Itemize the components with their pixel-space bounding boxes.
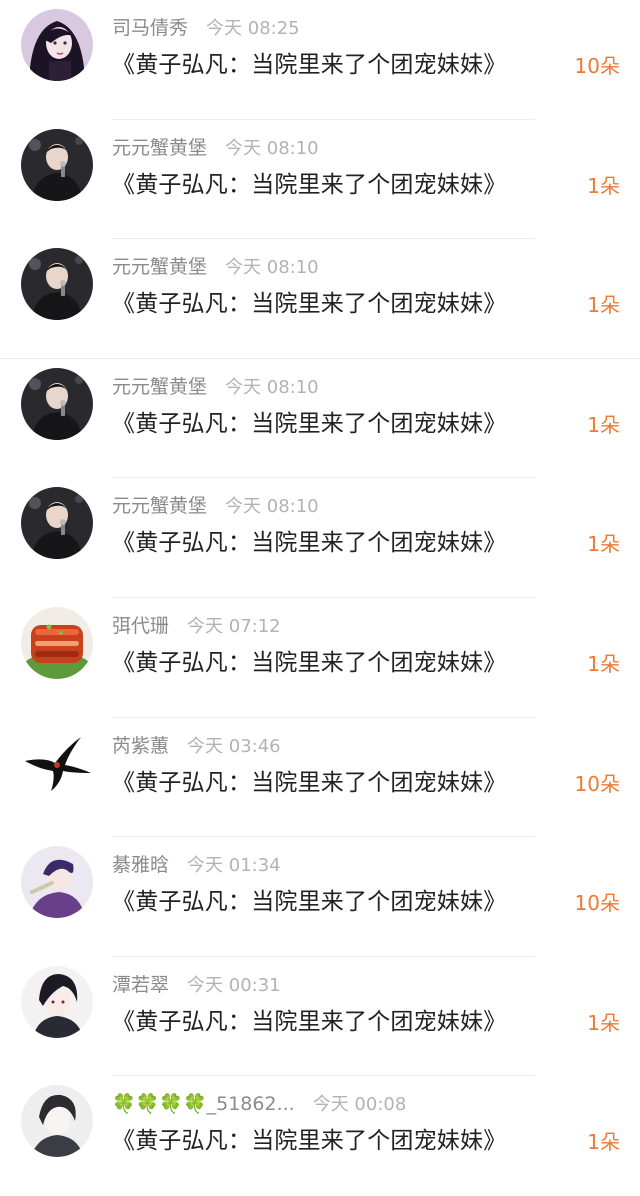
flower-count: 10朵 [574,771,620,796]
timestamp: 今天 08:10 [225,376,319,398]
item-meta: 元元蟹黄堡 今天 08:10 [112,373,319,401]
item-meta: 元元蟹黄堡 今天 08:10 [112,492,319,520]
work-title[interactable]: 《黄子弘凡：当院里来了个团宠妹妹》 [112,407,506,441]
singer-microphone-icon[interactable] [21,248,93,321]
anime-boy-purple-icon[interactable] [21,846,93,919]
item-meta: 芮紫蕙 今天 03:46 [112,732,281,760]
list-item[interactable]: 元元蟹黄堡 今天 08:10 《黄子弘凡：当院里来了个团宠妹妹》 1朵 [0,120,640,240]
username[interactable]: 元元蟹黄堡 [112,495,207,517]
list-item[interactable]: 芮紫蕙 今天 03:46 《黄子弘凡：当院里来了个团宠妹妹》 10朵 [0,718,640,838]
timestamp: 今天 07:12 [187,616,281,637]
username[interactable]: 元元蟹黄堡 [112,137,207,159]
work-title[interactable]: 《黄子弘凡：当院里来了个团宠妹妹》 [112,646,506,680]
girl-dark-hair-icon[interactable] [21,9,93,81]
work-title[interactable]: 《黄子弘凡：当院里来了个团宠妹妹》 [112,168,506,202]
list-item[interactable]: 元元蟹黄堡 今天 08:10 《黄子弘凡：当院里来了个团宠妹妹》 1朵 [0,478,640,598]
work-title[interactable]: 《黄子弘凡：当院里来了个团宠妹妹》 [112,48,506,82]
swallow-bird-icon[interactable] [21,726,93,799]
flower-count: 1朵 [587,293,620,318]
item-meta: 元元蟹黄堡 今天 08:10 [112,134,319,162]
username[interactable]: 司马倩秀 [112,17,188,39]
braised-pork-icon[interactable] [21,607,93,679]
timestamp: 今天 01:34 [187,855,281,877]
timestamp: 今天 00:31 [187,974,281,996]
work-title[interactable]: 《黄子弘凡：当院里来了个团宠妹妹》 [112,526,506,560]
item-meta: 綦雅晗 今天 01:34 [112,851,281,879]
timestamp: 今天 08:10 [225,496,319,518]
item-meta: 司马倩秀 今天 08:25 [112,14,300,42]
username[interactable]: 綦雅晗 [112,854,169,876]
flower-count: 1朵 [587,1130,620,1155]
anime-boy-dark-icon[interactable] [21,965,93,1038]
username[interactable]: 🍀🍀🍀🍀_51862... [112,1093,295,1115]
list-item[interactable]: 司马倩秀 今天 08:25 《黄子弘凡：当院里来了个团宠妹妹》 10朵 [0,0,640,120]
list-item[interactable]: 潭若翠 今天 00:31 《黄子弘凡：当院里来了个团宠妹妹》 1朵 [0,957,640,1077]
flower-count: 1朵 [587,1010,620,1035]
list-item[interactable]: 元元蟹黄堡 今天 08:10 《黄子弘凡：当院里来了个团宠妹妹》 1朵 [0,239,640,359]
username[interactable]: 元元蟹黄堡 [112,376,207,398]
anime-boy-sketch-icon[interactable] [21,1085,93,1158]
singer-microphone-icon[interactable] [21,367,93,440]
flower-count: 1朵 [587,652,620,676]
username[interactable]: 芮紫蕙 [112,735,169,757]
work-title[interactable]: 《黄子弘凡：当院里来了个团宠妹妹》 [112,1005,506,1039]
timestamp: 今天 08:25 [206,18,300,39]
list-item[interactable]: 🍀🍀🍀🍀_51862... 今天 00:08 《黄子弘凡：当院里来了个团宠妹妹》 … [0,1076,640,1196]
work-title[interactable]: 《黄子弘凡：当院里来了个团宠妹妹》 [112,885,506,919]
username[interactable]: 潭若翠 [112,974,169,996]
timestamp: 今天 03:46 [187,735,281,757]
item-meta: 🍀🍀🍀🍀_51862... 今天 00:08 [112,1090,406,1118]
username[interactable]: 弭代珊 [112,615,169,637]
work-title[interactable]: 《黄子弘凡：当院里来了个团宠妹妹》 [112,1124,506,1158]
flower-count: 1朵 [587,412,620,437]
flower-count: 10朵 [574,891,620,916]
singer-microphone-icon[interactable] [21,128,93,201]
singer-microphone-icon[interactable] [21,487,93,560]
flower-count: 10朵 [574,54,620,78]
item-meta: 潭若翠 今天 00:31 [112,971,281,999]
list-item[interactable]: 弭代珊 今天 07:12 《黄子弘凡：当院里来了个团宠妹妹》 1朵 [0,598,640,718]
list-item[interactable]: 元元蟹黄堡 今天 08:10 《黄子弘凡：当院里来了个团宠妹妹》 1朵 [0,359,640,479]
list-item[interactable]: 綦雅晗 今天 01:34 《黄子弘凡：当院里来了个团宠妹妹》 10朵 [0,837,640,957]
flower-count: 1朵 [587,173,620,198]
item-meta: 元元蟹黄堡 今天 08:10 [112,253,319,281]
item-meta: 弭代珊 今天 07:12 [112,612,281,640]
flower-count: 1朵 [587,532,620,557]
timestamp: 今天 08:10 [225,137,319,159]
work-title[interactable]: 《黄子弘凡：当院里来了个团宠妹妹》 [112,287,506,321]
timestamp: 今天 08:10 [225,257,319,279]
username[interactable]: 元元蟹黄堡 [112,256,207,278]
timestamp: 今天 00:08 [312,1094,407,1116]
work-title[interactable]: 《黄子弘凡：当院里来了个团宠妹妹》 [112,766,506,800]
